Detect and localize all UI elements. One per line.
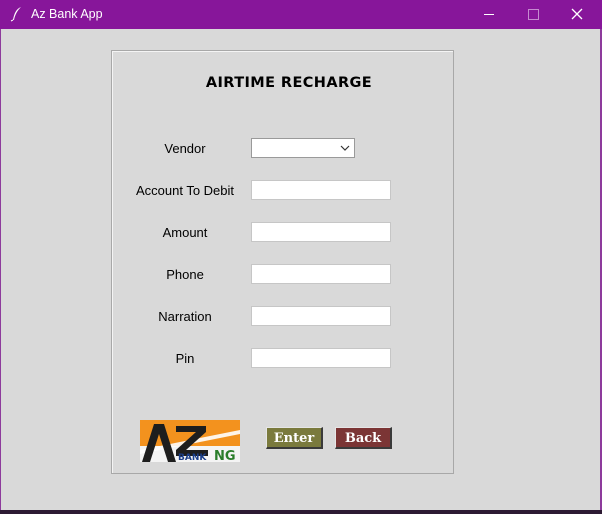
minimize-button[interactable] <box>466 0 512 29</box>
az-banking-logo: AZ BANK NG <box>140 420 240 462</box>
pin-input[interactable] <box>251 348 391 368</box>
vendor-select[interactable] <box>251 138 355 158</box>
enter-button[interactable]: Enter <box>266 427 323 449</box>
amount-label: Amount <box>162 225 208 240</box>
form-panel <box>111 50 454 474</box>
maximize-icon <box>528 9 539 20</box>
feather-icon <box>10 7 21 22</box>
account-to-debit-input[interactable] <box>251 180 391 200</box>
logo-word-ng: NG <box>214 449 236 462</box>
window-title: Az Bank App <box>31 7 103 21</box>
window-border-bottom <box>0 510 602 514</box>
narration-label: Narration <box>158 309 212 324</box>
account-to-debit-label: Account To Debit <box>135 183 235 198</box>
phone-label: Phone <box>166 267 204 282</box>
window-border-left <box>0 29 1 510</box>
logo-word-bank: BANK <box>178 453 207 462</box>
form-title: AIRTIME RECHARGE <box>205 75 373 91</box>
maximize-button[interactable] <box>510 0 556 29</box>
pin-label: Pin <box>175 351 195 366</box>
phone-input[interactable] <box>251 264 391 284</box>
amount-input[interactable] <box>251 222 391 242</box>
narration-input[interactable] <box>251 306 391 326</box>
title-bar[interactable]: Az Bank App <box>0 0 602 29</box>
chevron-down-icon <box>340 145 350 151</box>
minimize-icon <box>484 14 494 15</box>
close-icon <box>571 8 583 20</box>
vendor-label: Vendor <box>164 141 206 156</box>
back-button[interactable]: Back <box>335 427 392 449</box>
close-button[interactable] <box>555 0 601 29</box>
